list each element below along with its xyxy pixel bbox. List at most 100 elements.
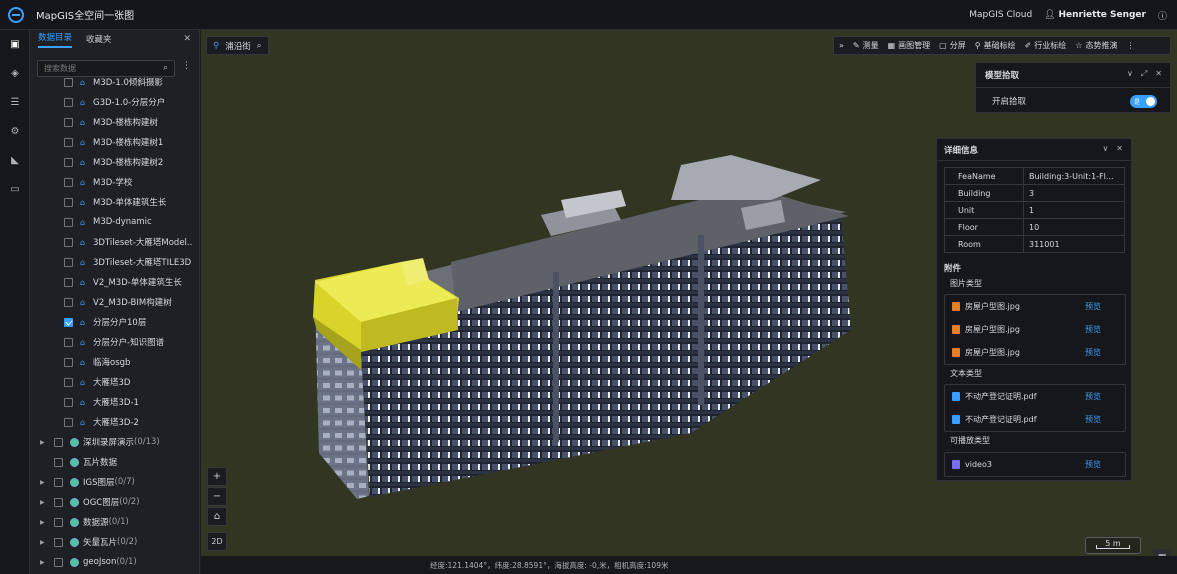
expand-icon[interactable]: ⤢ — [1141, 69, 1147, 79]
tree-item[interactable]: ▶ geoJson (0/1) — [30, 552, 192, 568]
tree-item[interactable]: ⌂ M3D-楼栋构建树2 — [30, 152, 192, 172]
location-tag[interactable]: ⚲ 浦沿街 ⌕ — [206, 36, 269, 55]
tree-item[interactable]: ⌂ V2_M3D-BIM构建树 — [30, 292, 192, 312]
layer-checkbox[interactable] — [64, 117, 73, 127]
zoom-out-button[interactable]: − — [207, 487, 227, 506]
measure-icon[interactable]: ◣ — [0, 146, 30, 175]
layer-checkbox[interactable] — [54, 457, 63, 467]
layer-checkbox[interactable] — [64, 417, 73, 427]
layer-checkbox[interactable] — [64, 197, 73, 207]
layer-checkbox[interactable] — [64, 297, 73, 307]
tree-item[interactable]: 瓦片数据 — [30, 452, 192, 472]
layer-checkbox[interactable] — [64, 77, 73, 87]
building-icon: ⌂ — [80, 117, 86, 127]
more-icon[interactable]: ⋮ — [182, 61, 191, 71]
collapse-icon[interactable]: » — [839, 41, 844, 50]
building-icon: ⌂ — [80, 377, 86, 387]
tree-item[interactable]: ⌂ G3D-1.0-分层分户 — [30, 92, 192, 112]
layer-checkbox[interactable] — [54, 497, 63, 507]
layer-checkbox[interactable] — [64, 337, 73, 347]
preview-link[interactable]: 预览 — [1085, 459, 1101, 470]
tree-item[interactable]: ⌂ 大雁塔3D-2 — [30, 412, 192, 432]
pick-toggle[interactable]: 是 — [1130, 95, 1157, 108]
chevron-down-icon[interactable]: ∨ — [1102, 144, 1108, 153]
tree-item[interactable]: ▶ 数据源 (0/1) — [30, 512, 192, 532]
preview-link[interactable]: 预览 — [1085, 391, 1101, 402]
tree-item[interactable]: ▶ IGS图层 (0/7) — [30, 472, 192, 492]
tree-item[interactable]: ⌂ 3DTileset-大雁塔Model... — [30, 232, 192, 252]
layer-checkbox[interactable] — [54, 557, 63, 567]
tree-item[interactable]: ⌂ 分层分户10层 — [30, 312, 192, 332]
toolbar-button[interactable]: ✎ 测量 — [853, 40, 879, 51]
tree-item[interactable]: ⌂ 临海osgb — [30, 352, 192, 372]
tab-favorites[interactable]: 收藏夹 — [86, 33, 112, 48]
tree-item[interactable]: ⌂ 分层分户-知识图谱 — [30, 332, 192, 352]
chevron-down-icon[interactable]: ∨ — [1127, 69, 1133, 79]
layer-checkbox[interactable] — [54, 477, 63, 487]
layer-checkbox[interactable] — [64, 157, 73, 167]
tree-item[interactable]: ⌂ 大雁塔3D — [30, 372, 192, 392]
close-icon[interactable]: ✕ — [1155, 69, 1162, 79]
tree-item[interactable]: ▶ 深圳录屏演示 (0/13) — [30, 432, 192, 452]
layer-checkbox[interactable] — [64, 217, 73, 227]
top-bar: MapGIS全空间一张图 MapGIS Cloud 👤︎ Henriette S… — [0, 0, 1177, 30]
tree-item[interactable]: ⌂ M3D-1.0倾斜摄影 — [30, 72, 192, 92]
layer-checkbox[interactable] — [54, 517, 63, 527]
cloud-link[interactable]: MapGIS Cloud — [969, 10, 1032, 20]
chevron-right-icon[interactable]: ▶ — [40, 439, 48, 446]
layer-checkbox[interactable] — [54, 437, 63, 447]
layer-checkbox[interactable] — [64, 317, 73, 327]
tree-item[interactable]: ⌂ M3D-单体建筑生长 — [30, 192, 192, 212]
preview-link[interactable]: 预览 — [1085, 414, 1101, 425]
tree-item[interactable]: ⌂ M3D-dynamic — [30, 212, 192, 232]
chevron-right-icon[interactable]: ▶ — [40, 499, 48, 506]
preview-link[interactable]: 预览 — [1085, 324, 1101, 335]
info-icon[interactable]: ⓘ — [1158, 9, 1167, 22]
cube-icon[interactable]: ▣ — [0, 30, 30, 59]
toolbar-button[interactable]: ▦ 画图管理 — [888, 40, 931, 51]
more-icon[interactable]: ⋮ — [1126, 41, 1134, 50]
tree-item[interactable]: ▶ OGC图层 (0/2) — [30, 492, 192, 512]
chevron-right-icon[interactable]: ▶ — [40, 519, 48, 526]
view-mode-button[interactable]: 2D — [207, 532, 227, 551]
tree-item[interactable]: ⌂ M3D-楼栋构建树1 — [30, 132, 192, 152]
zoom-in-button[interactable]: + — [207, 467, 227, 486]
analysis-icon[interactable]: ⚙ — [0, 117, 30, 146]
layer-checkbox[interactable] — [64, 97, 73, 107]
chevron-right-icon[interactable]: ▶ — [40, 559, 48, 566]
tree-item[interactable]: ⌂ M3D-学校 — [30, 172, 192, 192]
file-row: 房屋户型图.jpg 预览 — [945, 318, 1125, 341]
list-icon[interactable]: ☰ — [0, 88, 30, 117]
layer-checkbox[interactable] — [64, 357, 73, 367]
layer-checkbox[interactable] — [64, 397, 73, 407]
tree-item[interactable]: ⌂ M3D-楼栋构建树 — [30, 112, 192, 132]
layer-checkbox[interactable] — [64, 237, 73, 247]
chevron-right-icon[interactable]: ▶ — [40, 539, 48, 546]
layer-checkbox[interactable] — [64, 277, 73, 287]
layer-checkbox[interactable] — [64, 377, 73, 387]
layer-checkbox[interactable] — [54, 537, 63, 547]
tree-item[interactable]: ⌂ V2_M3D-单体建筑生长 — [30, 272, 192, 292]
home-button[interactable]: ⌂ — [207, 507, 227, 526]
tree-item[interactable]: ▶ 矢量瓦片 (0/2) — [30, 532, 192, 552]
close-icon[interactable]: ✕ — [183, 34, 191, 44]
layer-checkbox[interactable] — [64, 137, 73, 147]
layer-checkbox[interactable] — [64, 177, 73, 187]
toolbar-label: 态势推演 — [1085, 41, 1118, 50]
layer-checkbox[interactable] — [64, 257, 73, 267]
user-menu[interactable]: 👤︎ Henriette Senger — [1044, 10, 1146, 20]
search-icon[interactable]: ⌕ — [257, 41, 262, 51]
close-icon[interactable]: ✕ — [1116, 144, 1123, 153]
toolbar-button[interactable]: ☆ 态势推演 — [1075, 40, 1117, 51]
toolbar-button[interactable]: ⚲ 基础标绘 — [975, 40, 1016, 51]
tree-item[interactable]: ⌂ 3DTileset-大雁塔TILE3D — [30, 252, 192, 272]
toolbar-button[interactable]: ▢ 分屏 — [939, 40, 966, 51]
layers-icon[interactable]: ◈ — [0, 59, 30, 88]
toolbar-button[interactable]: ✐ 行业标绘 — [1025, 40, 1067, 51]
preview-link[interactable]: 预览 — [1085, 347, 1101, 358]
preview-link[interactable]: 预览 — [1085, 301, 1101, 312]
tab-data-catalog[interactable]: 数据目录 — [38, 31, 73, 48]
monitor-icon[interactable]: ▭ — [0, 175, 30, 204]
chevron-right-icon[interactable]: ▶ — [40, 479, 48, 486]
tree-item[interactable]: ⌂ 大雁塔3D-1 — [30, 392, 192, 412]
